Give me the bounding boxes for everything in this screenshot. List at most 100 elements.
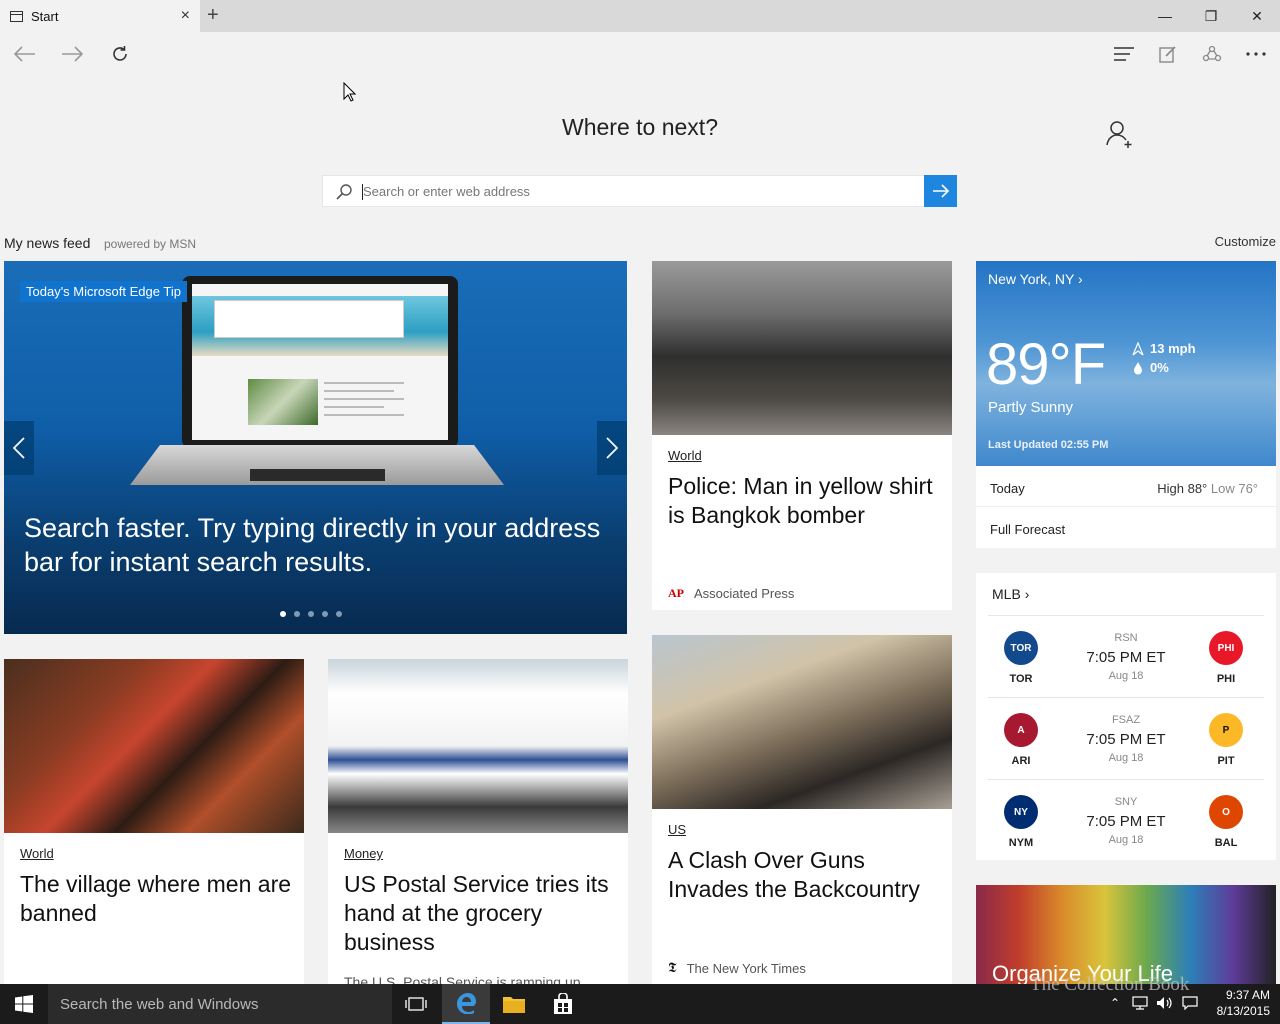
windows-logo-icon [15,995,33,1013]
mlb-widget[interactable]: MLB › TOR TOR RSN 7:05 PM ET Aug 18 PHI … [976,573,1276,860]
web-note-button[interactable] [1153,40,1183,68]
news-card-guns[interactable]: US A Clash Over Guns Invades the Backcou… [652,635,952,984]
store-button[interactable] [539,984,587,1024]
weather-updated: Last Updated 02:55 PM [988,439,1109,451]
carousel-dot[interactable] [308,611,314,617]
team-home: P PIT [1204,713,1248,767]
add-person-button[interactable] [1105,119,1135,149]
source: AP Associated Press [668,586,794,601]
go-button[interactable] [924,175,957,207]
carousel-dot[interactable] [322,611,328,617]
news-photo [328,659,628,833]
news-photo [652,261,952,435]
clock-time: 9:37 AM [1225,988,1270,1002]
task-view-icon [405,997,427,1011]
news-card-village[interactable]: World The village where men are banned [4,659,304,984]
chevron-right-icon [606,437,618,459]
news-feed-label: My news feed [4,235,91,251]
weather-city-link[interactable]: New York, NY › [988,271,1083,287]
wind-value: 13 mph [1150,341,1196,356]
game-row[interactable]: TOR TOR RSN 7:05 PM ET Aug 18 PHI PHI [988,615,1264,697]
volume-icon [1157,997,1172,1009]
low-temp: Low 76° [1210,481,1258,496]
search-input[interactable] [363,176,923,206]
forward-button[interactable] [57,40,87,68]
hub-button[interactable] [1109,40,1139,68]
mlb-title-link[interactable]: MLB › [992,586,1029,602]
chevron-up-icon[interactable]: ⌃ [1110,996,1120,1010]
today-label: Today [990,481,1025,496]
team-home: PHI PHI [1204,631,1248,685]
edge-icon [457,993,476,1014]
wind-speed: 13 mph [1132,341,1196,356]
headline[interactable]: US Postal Service tries its hand at the … [344,870,619,957]
ap-logo-icon: AP [668,586,684,600]
category-link[interactable]: World [668,448,702,463]
close-tab-icon[interactable]: × [181,7,190,25]
game-row[interactable]: A ARI FSAZ 7:05 PM ET Aug 18 P PIT [988,697,1264,779]
back-button[interactable] [10,40,40,68]
hero-carousel[interactable]: Today's Microsoft Edge Tip Search faster… [4,261,627,634]
game-row[interactable]: NY NYM SNY 7:05 PM ET Aug 18 O BAL [988,779,1264,861]
file-explorer-button[interactable] [490,984,538,1024]
category-link[interactable]: World [20,846,54,861]
close-window-button[interactable]: ✕ [1234,0,1280,32]
carousel-prev-button[interactable] [4,421,34,475]
customize-link[interactable]: Customize [1215,234,1276,249]
precipitation: 0% [1132,360,1169,375]
team-abbr: PHI [1216,673,1236,685]
category-link[interactable]: US [668,822,686,837]
weather-widget[interactable]: New York, NY › 89°F 13 mph 0% Partly Sun… [976,261,1276,548]
team-abbr: BAL [1214,837,1238,849]
edge-taskbar-button[interactable] [442,984,490,1024]
nyt-logo-icon: 𝕿 [668,960,677,976]
store-icon [554,993,572,1014]
navigation-bar [0,32,1280,76]
tab-start[interactable]: Start × [0,0,200,32]
wind-icon [1132,341,1144,355]
mouse-cursor-icon [343,81,357,107]
headline[interactable]: The village where men are banned [20,870,295,928]
new-tab-button[interactable]: + [207,4,219,27]
more-actions-button[interactable] [1241,40,1271,68]
promo-card[interactable]: Organize Your Life [976,885,1276,985]
carousel-dot[interactable] [336,611,342,617]
refresh-button[interactable] [105,40,135,68]
headline[interactable]: Police: Man in yellow shirt is Bangkok b… [668,472,943,530]
back-arrow-icon [14,46,35,62]
minimize-button[interactable]: — [1142,0,1188,32]
carousel-dot[interactable] [294,611,300,617]
weather-panel: New York, NY › 89°F 13 mph 0% Partly Sun… [976,261,1276,466]
news-card-usps[interactable]: Money US Postal Service tries its hand a… [328,659,628,984]
temperature: 89°F [986,332,1106,397]
news-photo [4,659,304,833]
folder-icon [503,997,525,1013]
share-button[interactable] [1197,40,1227,68]
arrow-right-icon [932,184,949,198]
start-button[interactable] [0,984,48,1024]
chevron-left-icon [13,437,25,459]
share-icon [1202,45,1222,62]
carousel-dot[interactable] [280,611,286,617]
restore-button[interactable]: ❐ [1188,0,1234,32]
category-link[interactable]: Money [344,846,383,861]
weather-condition: Partly Sunny [988,399,1074,416]
chevron-right-icon: › [1078,271,1083,287]
page-headline: Where to next? [562,114,718,140]
source: 𝕿 The New York Times [668,960,806,976]
mlb-label: MLB [992,586,1021,602]
taskbar-clock[interactable]: 9:37 AM 8/13/2015 [1217,987,1270,1019]
hero-title[interactable]: Search faster. Try typing directly in yo… [24,511,624,579]
carousel-dots [280,611,342,617]
network-icon [1132,996,1148,1010]
task-view-button[interactable] [392,984,440,1024]
news-photo [652,635,952,809]
team-home: O BAL [1204,795,1248,849]
full-forecast-link[interactable]: Full Forecast [990,522,1065,537]
watermark: The Collection Book [1030,974,1190,995]
headline[interactable]: A Clash Over Guns Invades the Backcountr… [668,846,943,904]
carousel-next-button[interactable] [597,421,627,475]
search-box[interactable] [322,175,957,207]
news-card-bangkok[interactable]: World Police: Man in yellow shirt is Ban… [652,261,952,610]
taskbar-search[interactable]: Search the web and Windows [48,984,392,1024]
